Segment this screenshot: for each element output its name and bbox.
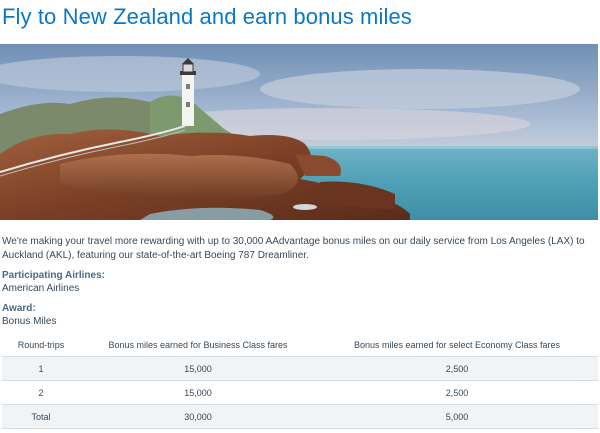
- award-value: Bonus Miles: [2, 316, 57, 327]
- table-row-total: Total 30,000 5,000: [2, 404, 598, 429]
- table-header-row: Round-trips Bonus miles earned for Busin…: [2, 333, 598, 357]
- cell-economy-miles: 2,500: [316, 380, 598, 405]
- bonus-miles-table: Round-trips Bonus miles earned for Busin…: [2, 333, 598, 429]
- cell-business-miles: 15,000: [80, 356, 316, 381]
- cell-round-trips: 2: [2, 380, 80, 405]
- participating-airlines-label: Participating Airlines:: [2, 270, 105, 281]
- cell-round-trips: 1: [2, 356, 80, 381]
- cell-round-trips: Total: [2, 404, 80, 429]
- hero-image-lighthouse-coast: [0, 44, 598, 220]
- award-label: Award:: [2, 303, 36, 314]
- intro-text: We're making your travel more rewarding …: [2, 236, 585, 261]
- header-economy-class: Bonus miles earned for select Economy Cl…: [316, 333, 598, 357]
- cell-economy-miles: 5,000: [316, 404, 598, 429]
- participating-airlines-value: American Airlines: [2, 283, 80, 294]
- header-business-class: Bonus miles earned for Business Class fa…: [80, 333, 316, 357]
- header-round-trips: Round-trips: [2, 333, 80, 357]
- table-row: 2 15,000 2,500: [2, 380, 598, 405]
- page-title: Fly to New Zealand and earn bonus miles: [2, 4, 412, 29]
- cell-economy-miles: 2,500: [316, 356, 598, 381]
- promo-page: Fly to New Zealand and earn bonus miles: [0, 0, 600, 433]
- cell-business-miles: 30,000: [80, 404, 316, 429]
- cell-business-miles: 15,000: [80, 380, 316, 405]
- table-row: 1 15,000 2,500: [2, 356, 598, 381]
